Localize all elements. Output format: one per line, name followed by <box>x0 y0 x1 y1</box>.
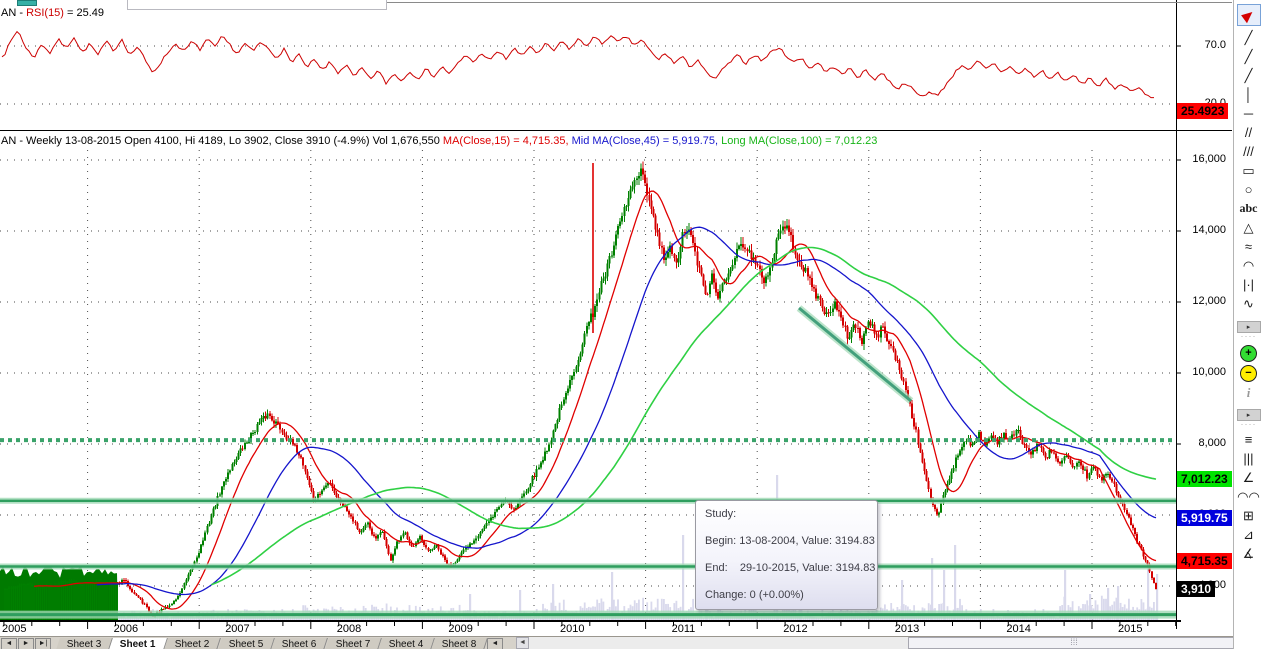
window-chrome-fragment <box>17 0 37 6</box>
year-label: 2007 <box>225 623 250 635</box>
ellipse-icon[interactable]: ○ <box>1234 180 1262 199</box>
sheet-tab-sheet-4[interactable]: Sheet 4 <box>376 638 436 649</box>
sheet-tab-sheet-2[interactable]: Sheet 2 <box>162 638 222 649</box>
y-axis-label: 8,000 <box>1198 437 1226 449</box>
year-label: 2012 <box>783 623 808 635</box>
sheet-tab-sheet-1[interactable]: Sheet 1 <box>107 638 168 649</box>
drawing-toolbar: ╱ ╱ ╱ │ ─/////▭ ○ abc △ ≈ ◠ |·| ∿ ▸ ···· + − i ▸ ···· ≡ ||| ∠… <box>1233 0 1262 649</box>
year-label: 2013 <box>894 623 920 635</box>
year-label: 2006 <box>113 623 139 635</box>
cycle-lines-icon[interactable]: |·| <box>1234 275 1262 294</box>
scrollbar-left-arrow[interactable]: ◄ <box>516 637 529 649</box>
vertical-line-icon[interactable]: │ <box>1234 85 1262 104</box>
title-segment: Long MA(Close,100) = 7,012.23 <box>718 135 878 147</box>
grid-icon[interactable]: ⊞ <box>1234 506 1262 525</box>
pointer-tool[interactable] <box>1236 4 1261 26</box>
y-axis-label: 16,000 <box>1192 153 1226 165</box>
extended-line-icon[interactable]: ╱ <box>1234 66 1262 85</box>
price-pane-title: AN - Weekly 13-08-2015 Open 4100, Hi 418… <box>1 135 877 147</box>
title-segment: AN - <box>1 7 27 19</box>
ma-price-box: 4,715.35 <box>1177 553 1232 569</box>
ray-line-icon[interactable]: ╱ <box>1234 47 1262 66</box>
speed-lines-icon[interactable]: ∡ <box>1234 544 1262 563</box>
parallel-lines-icon[interactable]: // <box>1234 123 1262 142</box>
rectangle-icon[interactable]: ▭ <box>1234 161 1262 180</box>
study-tooltip: Study: Begin: 13-08-2004, Value: 3194.83… <box>695 500 878 610</box>
vertical-grid-icon[interactable]: ||| <box>1234 449 1262 468</box>
horizontal-grid-icon[interactable]: ≡ <box>1234 430 1262 449</box>
y-axis-label: 12,000 <box>1192 295 1226 307</box>
text-tool-icon[interactable]: abc <box>1234 199 1262 218</box>
grip-dots: ···· <box>1240 331 1257 341</box>
year-label: 2005 <box>2 623 27 635</box>
fib-retracement-icon[interactable]: ∠ <box>1234 468 1262 487</box>
sheet-tab-sheet-6[interactable]: Sheet 6 <box>269 638 329 649</box>
long-ma-price-box: 7,012.23 <box>1177 471 1232 487</box>
mid-ma-price-box: 5,919.75 <box>1177 510 1232 526</box>
triangle-icon[interactable]: △ <box>1234 218 1262 237</box>
tab-nav-button[interactable]: ►| <box>35 638 51 649</box>
rsi-value-box: 25.4923 <box>1177 103 1229 119</box>
fib-arcs-icon[interactable]: ◠◠ <box>1234 487 1262 506</box>
y-axis-label: 14,000 <box>1192 224 1226 236</box>
last-price-box: 3,910 <box>1177 581 1216 597</box>
grip-dots: ···· <box>1240 419 1257 429</box>
popup-remnant <box>127 0 387 10</box>
tooltip-begin: Begin: 13-08-2004, Value: 3194.83 <box>705 535 875 547</box>
scrollbar-thumb[interactable]: ⁞⁞⁞ <box>908 637 1240 649</box>
tab-nav-button[interactable]: ► <box>18 638 34 649</box>
zigzag-icon[interactable]: ∿ <box>1234 294 1262 313</box>
year-label: 2008 <box>336 623 362 635</box>
title-segment: MA(Close,15) = 4,715.35, <box>442 135 569 147</box>
sheet-tab-sheet-7[interactable]: Sheet 7 <box>322 638 382 649</box>
sheet-tab-sheet-3[interactable]: Sheet 3 <box>54 638 114 649</box>
y-axis-label: 10,000 <box>1192 366 1226 378</box>
hatched-lines-icon[interactable]: /// <box>1234 142 1262 161</box>
pointer-arrow-icon <box>1240 8 1256 24</box>
year-label: 2015 <box>1118 623 1143 635</box>
horizontal-scrollbar[interactable]: ◄⁞⁞⁞► <box>516 637 1262 649</box>
trendline-icon[interactable]: ╱ <box>1234 28 1262 47</box>
horizontal-line-icon[interactable]: ─ <box>1234 104 1262 123</box>
zoom-out-icon[interactable]: − <box>1240 365 1257 382</box>
title-segment: RSI(15) <box>26 7 64 19</box>
title-segment: Mid MA(Close,45) = 5,919.75, <box>568 135 719 147</box>
gann-fan-icon[interactable]: ⊿ <box>1234 525 1262 544</box>
year-label: 2009 <box>448 623 473 635</box>
tooltip-title: Study: <box>705 508 737 520</box>
arc-icon[interactable]: ◠ <box>1234 256 1262 275</box>
rsi-level-label: 70.0 <box>1204 39 1226 51</box>
tab-nav-button[interactable]: ◄ <box>1 638 17 649</box>
title-segment: AN - Weekly 13-08-2015 Open 4100, Hi 418… <box>1 135 443 147</box>
zoom-in-icon[interactable]: + <box>1240 345 1257 362</box>
freehand-icon[interactable]: ≈ <box>1234 237 1262 256</box>
tooltip-end: End: 29-10-2015, Value: 3194.83 <box>705 562 876 574</box>
year-label: 2010 <box>560 623 585 635</box>
chart-canvas[interactable] <box>0 0 1262 649</box>
tooltip-change: Change: 0 (+0.00%) <box>705 589 804 601</box>
sheet-tab-sheet-8[interactable]: Sheet 8 <box>429 638 489 649</box>
info-icon[interactable]: i <box>1234 385 1262 401</box>
year-label: 2014 <box>1006 623 1031 635</box>
rsi-pane-title: AN - RSI(15) = 25.49 <box>1 7 104 19</box>
tab-scroll-left[interactable]: ◄ <box>486 638 503 649</box>
year-label: 2011 <box>671 623 696 635</box>
sheet-tab-sheet-5[interactable]: Sheet 5 <box>215 638 275 649</box>
title-segment: = 25.49 <box>63 7 105 19</box>
